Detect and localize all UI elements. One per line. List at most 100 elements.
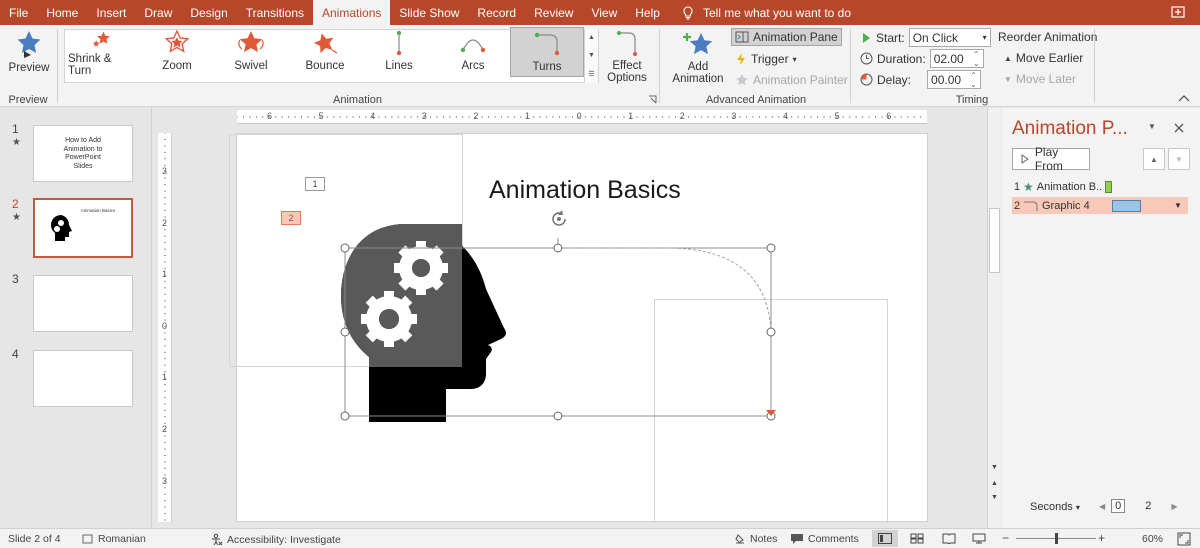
notes-button[interactable]: Notes <box>734 533 777 545</box>
start-dropdown[interactable]: On Click ▾ <box>908 28 991 47</box>
slide-show-button[interactable] <box>966 530 992 547</box>
ruler-label: 3 <box>162 475 168 486</box>
reading-view-button[interactable] <box>936 530 962 547</box>
animation-tag-2[interactable]: 2 <box>281 211 301 225</box>
zoom-slider-thumb[interactable] <box>1055 533 1058 544</box>
play-from-button[interactable]: Play From <box>1012 145 1090 173</box>
animation-painter-icon <box>736 74 748 86</box>
previous-slide-icon[interactable]: ▲ <box>991 480 998 487</box>
tab-animations[interactable]: Animations <box>313 0 391 25</box>
animation-list-item-2[interactable]: 2 Graphic 4 ▼ <box>1012 197 1188 214</box>
timing-bar[interactable] <box>1104 180 1112 193</box>
language-indicator[interactable]: Romanian <box>82 533 146 545</box>
tab-file[interactable]: File <box>0 0 37 25</box>
ruler-label: 2 <box>162 217 168 228</box>
seconds-dropdown[interactable]: Seconds ▾ <box>1030 501 1080 513</box>
animation-pane-label: Animation Pane <box>753 30 838 44</box>
slide-sorter-button[interactable] <box>904 530 930 547</box>
chevron-down-icon[interactable]: ▼ <box>1174 201 1182 210</box>
move-down-button[interactable]: ▼ <box>1168 148 1190 170</box>
separator <box>850 29 851 103</box>
zoom-in-button[interactable]: + <box>1098 531 1105 545</box>
zoom-level[interactable]: 60% <box>1142 533 1163 545</box>
scroll-down-icon[interactable]: ▼ <box>991 464 998 471</box>
tell-me-search[interactable]: Tell me what you want to do <box>681 0 851 25</box>
gallery-item-shrink-turn[interactable]: Shrink & Turn <box>68 27 136 77</box>
accessibility-checker[interactable]: Accessibility: Investigate <box>210 533 341 546</box>
swivel-star-icon <box>238 31 264 53</box>
move-earlier-button[interactable]: ▲ Move Earlier <box>1004 51 1083 65</box>
slide-thumbnail-1[interactable]: How to Add Animation to PowerPoint Slide… <box>33 125 133 182</box>
add-animation-line2: Animation <box>672 73 724 85</box>
timing-bar[interactable] <box>1112 199 1141 212</box>
trigger-label: Trigger <box>751 52 789 66</box>
animation-tag-1[interactable]: 1 <box>305 177 325 191</box>
animation-group-label: Animation <box>333 94 382 106</box>
slide-canvas[interactable]: 1 2 Animation Basics <box>229 133 928 523</box>
normal-view-button[interactable] <box>872 530 898 547</box>
preview-button[interactable]: Preview <box>7 29 51 74</box>
ruler-label: 4 <box>370 111 376 121</box>
rotate-handle-icon[interactable] <box>548 208 570 230</box>
slide-title[interactable]: Animation Basics <box>489 176 681 205</box>
triangle-left-icon[interactable]: ◀ <box>1099 502 1105 511</box>
gallery-item-bounce[interactable]: Bounce <box>291 27 359 77</box>
zoom-star-icon <box>164 30 190 53</box>
slide-thumbnail-2[interactable]: Animation Basics <box>33 198 133 258</box>
chevron-down-icon: ▾ <box>792 54 797 64</box>
gallery-item-lines[interactable]: Lines <box>365 27 433 77</box>
add-animation-button[interactable]: Add Animation <box>666 29 730 85</box>
item-label: Animation B... <box>1036 180 1103 193</box>
gallery-item-zoom[interactable]: Zoom <box>143 27 211 77</box>
gallery-scroll[interactable]: ▲ ▼ ☰ <box>584 29 598 83</box>
chevron-up-icon[interactable]: ▲ <box>588 34 595 41</box>
gallery-more-icon[interactable]: ☰ <box>588 70 594 78</box>
fit-to-window-icon[interactable] <box>1177 532 1191 546</box>
tab-insert[interactable]: Insert <box>87 0 135 25</box>
ruler-label: 2 <box>162 424 168 434</box>
triangle-up-icon: ▲ <box>1150 154 1158 164</box>
share-icon[interactable] <box>1170 4 1186 20</box>
lines-path-icon <box>396 30 402 56</box>
collapse-ribbon-icon[interactable] <box>1178 94 1190 102</box>
slide-thumbnail-4[interactable] <box>33 350 133 407</box>
close-icon[interactable] <box>1174 123 1184 133</box>
pane-options-icon[interactable]: ▼ <box>1148 122 1156 131</box>
animation-painter-button[interactable]: Animation Painter <box>735 73 848 87</box>
delay-input[interactable]: 00.00 <box>927 70 982 89</box>
move-later-button[interactable]: ▼ Move Later <box>1004 72 1076 86</box>
trigger-button[interactable]: Trigger ▾ <box>735 52 797 66</box>
gallery-item-turns[interactable]: Turns <box>510 27 584 77</box>
duration-input[interactable]: 02.00 <box>929 49 984 68</box>
chevron-down-icon: ▾ <box>982 33 987 42</box>
ruler-label: 2 <box>473 111 479 121</box>
tab-view[interactable]: View <box>582 0 626 25</box>
tab-review[interactable]: Review <box>525 0 582 25</box>
slide-thumbnail-3[interactable] <box>33 275 133 332</box>
move-up-button[interactable]: ▲ <box>1143 148 1165 170</box>
dialog-launcher-icon[interactable] <box>648 95 657 104</box>
gallery-item-swivel[interactable]: Swivel <box>217 27 285 77</box>
tab-home[interactable]: Home <box>37 0 87 25</box>
effect-options-button[interactable]: Effect Options <box>603 29 651 84</box>
vertical-scrollbar[interactable]: ▼ ▲ ▼ <box>987 108 1001 528</box>
next-slide-icon[interactable]: ▼ <box>991 494 998 501</box>
tab-draw[interactable]: Draw <box>135 0 181 25</box>
scrollbar-thumb[interactable] <box>989 208 1000 273</box>
comments-button[interactable]: Comments <box>790 533 859 545</box>
tab-slide-show[interactable]: Slide Show <box>390 0 468 25</box>
delay-control: Delay: 00.00 <box>860 70 982 89</box>
tab-transitions[interactable]: Transitions <box>237 0 313 25</box>
zoom-out-button[interactable]: − <box>1002 531 1009 545</box>
gallery-item-arcs[interactable]: Arcs <box>439 27 507 77</box>
ruler-ticks <box>237 116 922 118</box>
chevron-down-icon[interactable]: ▼ <box>588 52 595 59</box>
triangle-right-icon[interactable]: ▶ <box>1171 502 1177 511</box>
animation-list-item-1[interactable]: 1 ★ Animation B... <box>1012 178 1188 195</box>
tab-design[interactable]: Design <box>181 0 236 25</box>
entrance-star-icon: ★ <box>1023 179 1034 194</box>
tab-record[interactable]: Record <box>468 0 525 25</box>
animation-pane-button[interactable]: Animation Pane <box>731 28 842 46</box>
motion-path-selection[interactable] <box>337 232 787 432</box>
tab-help[interactable]: Help <box>626 0 669 25</box>
